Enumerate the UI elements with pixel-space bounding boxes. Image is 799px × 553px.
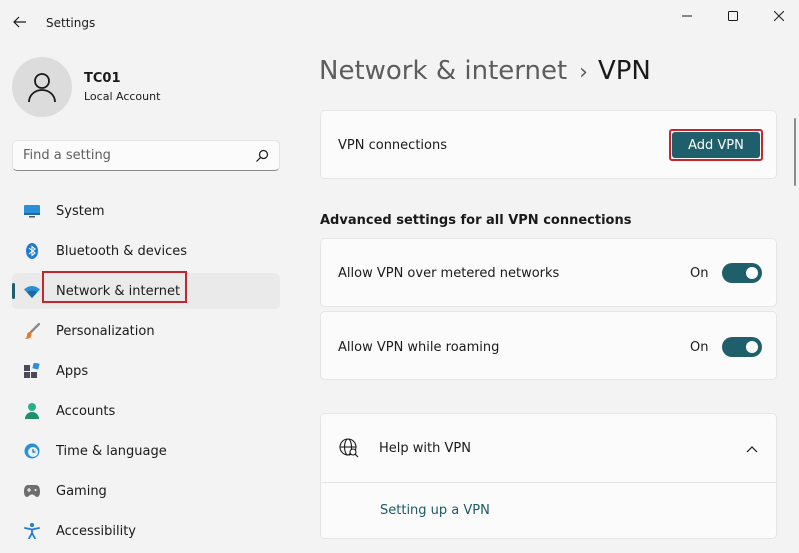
app-title: Settings — [46, 16, 96, 30]
roaming-label: Allow VPN while roaming — [338, 340, 500, 355]
search-box[interactable] — [12, 140, 280, 171]
add-vpn-button[interactable]: Add VPN — [672, 132, 760, 158]
highlight-box — [42, 271, 187, 303]
sidebar-item-network[interactable]: Network & internet — [12, 271, 280, 309]
minimize-button[interactable] — [664, 4, 710, 28]
breadcrumb-parent-link[interactable]: Network & internet — [319, 56, 567, 86]
sidebar-item-label: Time & language — [56, 443, 167, 459]
active-indicator — [12, 283, 15, 299]
gamepad-icon — [24, 483, 40, 499]
help-card: Help with VPN Setting up a VPN — [320, 413, 777, 539]
sidebar-item-time-language[interactable]: Time & language — [12, 433, 280, 469]
globe-search-icon — [339, 438, 359, 458]
sidebar-item-bluetooth[interactable]: Bluetooth & devices — [12, 233, 280, 269]
vpn-connections-card: VPN connections Add VPN — [320, 110, 777, 179]
sidebar-nav: System Bluetooth & devices Network & int… — [12, 193, 280, 553]
close-button[interactable] — [756, 4, 799, 28]
sidebar-item-label: Accessibility — [56, 523, 136, 539]
close-icon — [774, 11, 784, 21]
toggle-state-label: On — [690, 266, 709, 281]
search-input[interactable] — [13, 141, 248, 170]
toggle-knob — [746, 341, 758, 353]
back-button[interactable] — [8, 10, 32, 34]
toggle-state-label: On — [690, 340, 709, 355]
sidebar-item-accounts[interactable]: Accounts — [12, 393, 280, 429]
sidebar-item-personalization[interactable]: Personalization — [12, 313, 280, 349]
sidebar-item-label: Accounts — [56, 403, 116, 419]
accessibility-icon — [24, 523, 40, 539]
setting-up-vpn-link[interactable]: Setting up a VPN — [380, 503, 490, 518]
avatar[interactable] — [12, 57, 72, 117]
clock-globe-icon — [24, 443, 40, 459]
roaming-toggle[interactable] — [722, 337, 762, 357]
sidebar-item-label: Personalization — [56, 323, 155, 339]
metered-networks-card: Allow VPN over metered networks On — [320, 238, 777, 307]
sidebar-item-label: Apps — [56, 363, 89, 379]
roaming-card: Allow VPN while roaming On — [320, 311, 777, 380]
search-icon[interactable] — [255, 149, 269, 163]
breadcrumb-separator: › — [579, 60, 588, 85]
maximize-button[interactable] — [710, 4, 756, 28]
page-title: VPN — [597, 56, 651, 86]
wifi-icon — [24, 283, 40, 299]
user-icon — [28, 73, 56, 103]
metered-networks-toggle[interactable] — [722, 263, 762, 283]
toggle-knob — [746, 267, 758, 279]
minimize-icon — [682, 15, 692, 17]
vpn-connections-label: VPN connections — [338, 138, 447, 153]
apps-icon — [24, 363, 40, 379]
sidebar-item-system[interactable]: System — [12, 193, 280, 229]
bluetooth-icon — [24, 243, 40, 259]
person-icon — [24, 403, 40, 419]
sidebar-item-label: System — [56, 203, 105, 219]
monitor-icon — [24, 203, 40, 219]
advanced-settings-heading: Advanced settings for all VPN connection… — [320, 213, 632, 228]
account-type: Local Account — [84, 90, 161, 103]
breadcrumb: Network & internet › VPN — [319, 56, 651, 86]
arrow-left-icon — [13, 16, 26, 28]
maximize-icon — [728, 11, 738, 21]
sidebar-item-gaming[interactable]: Gaming — [12, 473, 280, 509]
divider — [321, 482, 776, 483]
sidebar-item-label: Bluetooth & devices — [56, 243, 187, 259]
chevron-up-icon[interactable] — [745, 442, 759, 456]
title-bar: Settings — [0, 0, 799, 46]
brush-icon — [24, 323, 40, 339]
metered-networks-label: Allow VPN over metered networks — [338, 266, 560, 281]
sidebar-item-label: Gaming — [56, 483, 107, 499]
user-name: TC01 — [84, 71, 121, 86]
help-title: Help with VPN — [379, 441, 471, 456]
scrollbar[interactable] — [794, 118, 796, 186]
sidebar-item-apps[interactable]: Apps — [12, 353, 280, 389]
sidebar-item-accessibility[interactable]: Accessibility — [12, 513, 280, 549]
